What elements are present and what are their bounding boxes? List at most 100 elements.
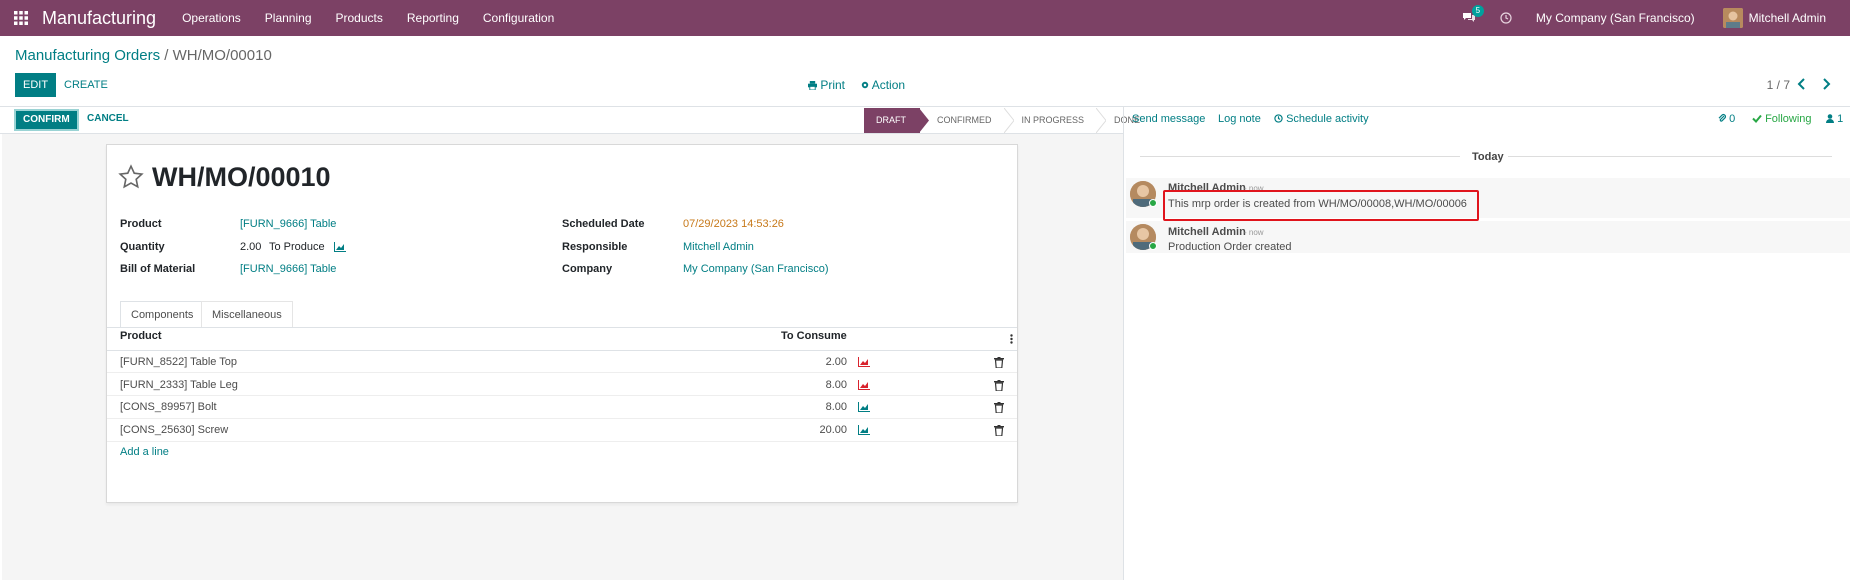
component-row-qty[interactable]: 8.00 — [787, 401, 847, 413]
company-switcher[interactable]: My Company (San Francisco) — [1536, 11, 1695, 25]
row-divider — [107, 441, 1017, 442]
schedule-activity-label: Schedule activity — [1286, 113, 1369, 125]
gear-icon — [861, 81, 869, 89]
user-menu[interactable]: Mitchell Admin — [1722, 8, 1826, 28]
status-arrow — [919, 108, 929, 133]
row-divider — [107, 395, 1017, 396]
trash-icon[interactable] — [994, 402, 1004, 413]
menu-operations[interactable]: Operations — [170, 0, 253, 36]
following-button[interactable]: Following — [1752, 113, 1812, 125]
attachments-button[interactable]: 0 — [1718, 113, 1735, 125]
menu-configuration[interactable]: Configuration — [471, 0, 566, 36]
menu-reporting[interactable]: Reporting — [395, 0, 471, 36]
action-menu[interactable]: Action — [861, 78, 905, 92]
menu-planning[interactable]: Planning — [253, 0, 324, 36]
responsible-label: Responsible — [562, 241, 628, 253]
col-to-consume[interactable]: To Consume — [781, 330, 847, 342]
component-row-qty[interactable]: 20.00 — [787, 424, 847, 436]
date-separator-line — [1508, 156, 1832, 157]
component-row-product[interactable]: [FURN_8522] Table Top — [120, 356, 237, 368]
component-row-qty[interactable]: 2.00 — [787, 356, 847, 368]
responsible-value[interactable]: Mitchell Admin — [683, 241, 754, 253]
trash-icon[interactable] — [994, 357, 1004, 368]
navbar-systray: 5 My Company (San Francisco) Mitchell Ad… — [1452, 0, 1850, 36]
online-status-icon — [1149, 199, 1157, 207]
status-step-label: CONFIRMED — [937, 115, 992, 125]
edit-button[interactable]: EDIT — [15, 73, 57, 97]
online-status-icon — [1149, 242, 1157, 250]
company-label: Company — [562, 263, 613, 275]
quantity-label: Quantity — [120, 241, 165, 253]
highlight-annotation — [1163, 190, 1479, 221]
send-message-button[interactable]: Send message — [1132, 113, 1205, 125]
print-icon — [808, 81, 817, 91]
tab-miscellaneous[interactable]: Miscellaneous — [201, 301, 293, 328]
following-label: Following — [1765, 113, 1812, 125]
cancel-button[interactable]: CANCEL — [87, 113, 129, 124]
company-value[interactable]: My Company (San Francisco) — [683, 263, 829, 275]
product-label: Product — [120, 218, 162, 230]
activity-menu[interactable] — [1500, 12, 1512, 24]
apps-menu-icon[interactable] — [0, 0, 42, 36]
date-separator: Today — [1472, 151, 1504, 163]
product-value[interactable]: [FURN_9666] Table — [240, 218, 336, 230]
followers-count: 1 — [1837, 113, 1844, 125]
component-row-product[interactable]: [CONS_89957] Bolt — [120, 401, 217, 413]
record-title: WH/MO/00010 — [152, 162, 331, 192]
pager-value[interactable]: 1 / 7 — [1767, 78, 1790, 92]
component-row-qty[interactable]: 8.00 — [787, 379, 847, 391]
user-avatar — [1722, 8, 1743, 28]
forecast-chart-icon[interactable] — [334, 242, 346, 252]
messaging-menu[interactable]: 5 — [1462, 5, 1484, 24]
row-divider — [107, 418, 1017, 419]
message-body: Production Order created — [1168, 241, 1292, 253]
bom-value[interactable]: [FURN_9666] Table — [240, 263, 336, 275]
message-author[interactable]: Mitchell Admin — [1168, 226, 1246, 238]
print-label: Print — [820, 78, 846, 92]
quantity-unit: To Produce — [269, 241, 325, 253]
status-step-draft[interactable]: DRAFT — [864, 108, 920, 133]
scheduled-date-value[interactable]: 07/29/2023 14:53:26 — [683, 218, 784, 230]
status-step-label: IN PROGRESS — [1021, 115, 1085, 125]
available-chart-icon[interactable] — [858, 425, 870, 435]
messages-badge: 5 — [1471, 5, 1484, 17]
tabs-divider — [107, 327, 1017, 328]
table-header-divider — [107, 350, 1017, 351]
attachments-count: 0 — [1729, 113, 1736, 125]
quantity-value[interactable]: 2.00 — [240, 241, 261, 253]
tab-components[interactable]: Components — [120, 301, 205, 328]
confirm-button[interactable]: CONFIRM — [14, 109, 79, 131]
star-icon[interactable] — [118, 164, 144, 190]
breadcrumb-parent[interactable]: Manufacturing Orders — [15, 47, 160, 64]
available-chart-icon[interactable] — [858, 402, 870, 412]
print-menu[interactable]: Print — [808, 78, 845, 92]
unavailable-chart-icon[interactable] — [858, 357, 870, 367]
menu-products[interactable]: Products — [324, 0, 395, 36]
column-options-icon[interactable] — [1010, 334, 1013, 344]
status-separator — [1096, 108, 1107, 133]
status-step-confirmed[interactable]: CONFIRMED — [929, 108, 1004, 133]
followers-button[interactable]: 1 — [1826, 113, 1843, 125]
chevron-left-icon[interactable] — [1795, 77, 1809, 91]
unavailable-chart-icon[interactable] — [858, 380, 870, 390]
breadcrumb-current: WH/MO/00010 — [172, 47, 272, 64]
trash-icon[interactable] — [994, 425, 1004, 436]
status-step-in-progress[interactable]: IN PROGRESS — [1014, 108, 1097, 133]
schedule-activity-button[interactable]: Schedule activity — [1274, 113, 1369, 125]
status-separator — [1003, 108, 1014, 133]
log-note-button[interactable]: Log note — [1218, 113, 1261, 125]
add-line-link[interactable]: Add a line — [120, 446, 169, 458]
breadcrumb-separator: / — [160, 47, 173, 64]
clock-icon — [1274, 114, 1283, 123]
app-brand[interactable]: Manufacturing — [42, 8, 156, 29]
chevron-right-icon[interactable] — [1819, 77, 1833, 91]
clock-icon — [1500, 12, 1512, 24]
user-name: Mitchell Admin — [1748, 11, 1826, 25]
col-product[interactable]: Product — [120, 330, 162, 342]
component-row-product[interactable]: [FURN_2333] Table Leg — [120, 379, 238, 391]
message-date: - now — [1244, 228, 1264, 237]
trash-icon[interactable] — [994, 380, 1004, 391]
create-button[interactable]: CREATE — [64, 73, 108, 97]
scheduled-date-label: Scheduled Date — [562, 218, 645, 230]
component-row-product[interactable]: [CONS_25630] Screw — [120, 424, 228, 436]
